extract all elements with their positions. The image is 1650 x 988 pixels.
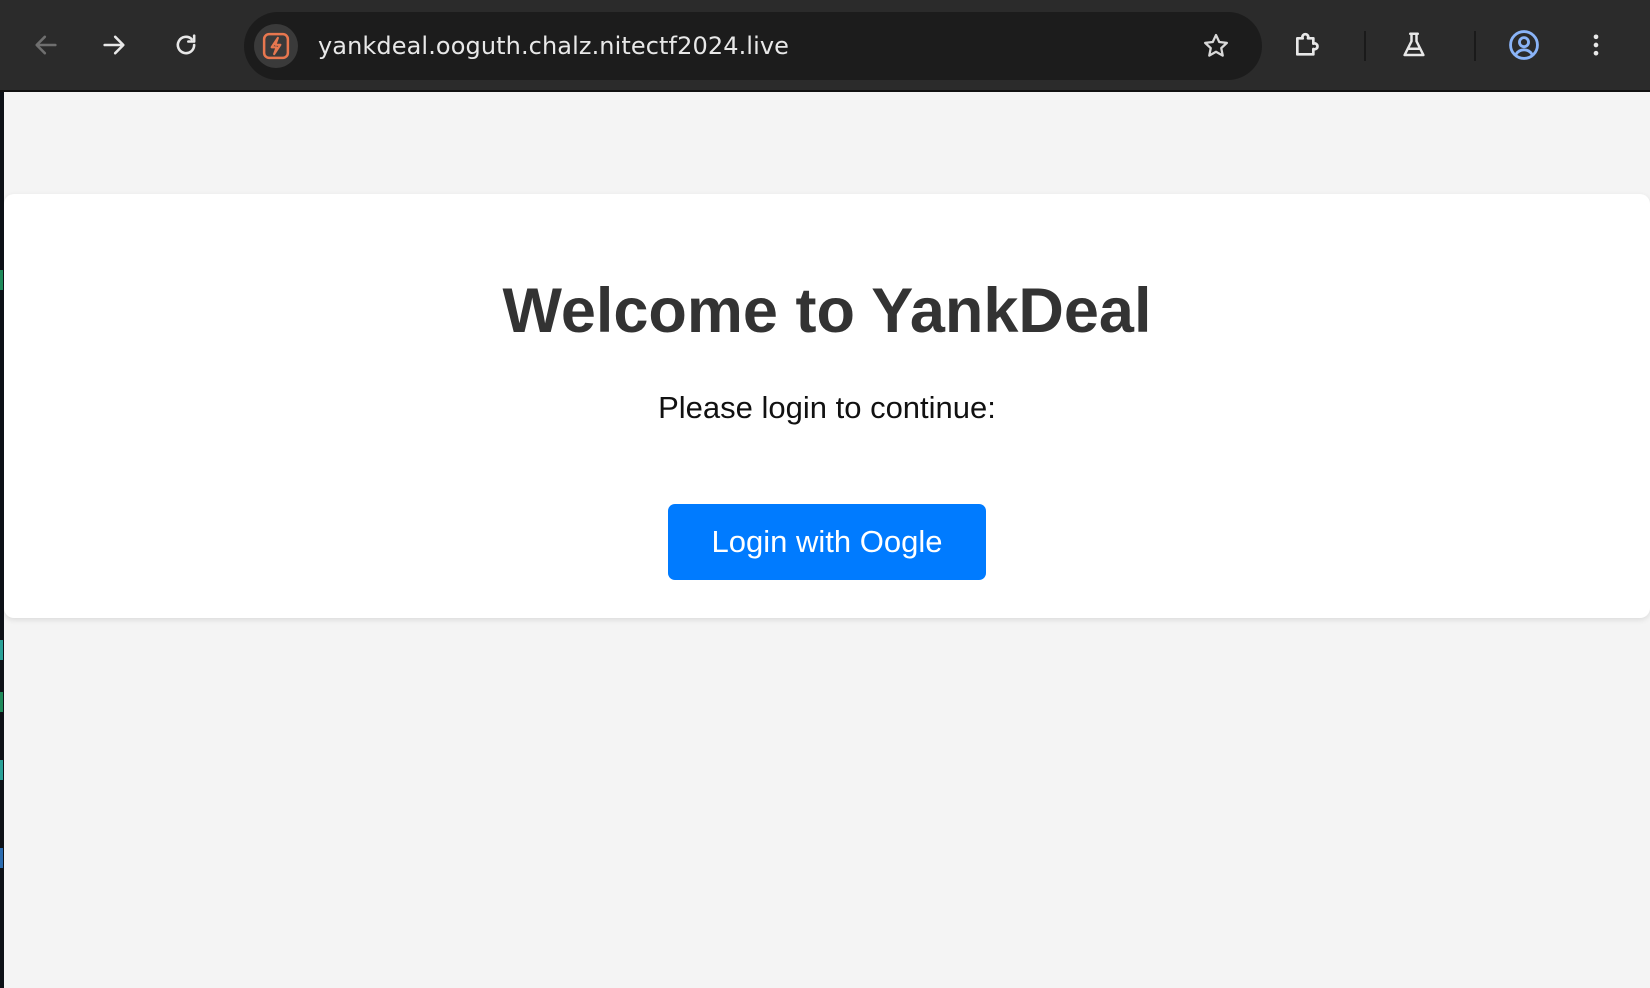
flask-icon — [1403, 32, 1425, 57]
page-viewport: Welcome to YankDeal Please login to cont… — [4, 92, 1650, 988]
address-bar[interactable]: yankdeal.ooguth.chalz.nitectf2024.live — [244, 12, 1262, 80]
back-button[interactable] — [24, 23, 68, 67]
page-title: Welcome to YankDeal — [502, 276, 1152, 346]
login-prompt: Please login to continue: — [658, 390, 996, 425]
forward-button[interactable] — [92, 23, 136, 67]
puzzle-piece-icon — [1296, 32, 1319, 56]
toolbar-separator — [1364, 31, 1366, 61]
url-text[interactable]: yankdeal.ooguth.chalz.nitectf2024.live — [318, 12, 789, 80]
star-icon — [1204, 33, 1228, 57]
account-circle-icon — [1509, 30, 1539, 60]
arrow-right-icon — [103, 35, 125, 55]
arrow-left-icon — [35, 35, 57, 55]
site-lightning-icon — [262, 32, 290, 60]
browser-window: yankdeal.ooguth.chalz.nitectf2024.live W… — [0, 0, 1650, 988]
site-info-button[interactable] — [254, 24, 298, 68]
reload-button[interactable] — [164, 23, 208, 67]
login-with-oogle-button[interactable]: Login with Oogle — [668, 504, 986, 580]
labs-button[interactable] — [1392, 23, 1436, 67]
bookmark-button[interactable] — [1194, 24, 1238, 68]
extensions-button[interactable] — [1286, 23, 1330, 67]
kebab-menu-icon — [1593, 34, 1599, 56]
toolbar-separator — [1474, 31, 1476, 61]
profile-button[interactable] — [1502, 23, 1546, 67]
reload-icon — [176, 34, 196, 55]
browser-toolbar: yankdeal.ooguth.chalz.nitectf2024.live — [0, 0, 1650, 92]
browser-menu-button[interactable] — [1574, 23, 1618, 67]
login-card: Welcome to YankDeal Please login to cont… — [4, 194, 1650, 618]
